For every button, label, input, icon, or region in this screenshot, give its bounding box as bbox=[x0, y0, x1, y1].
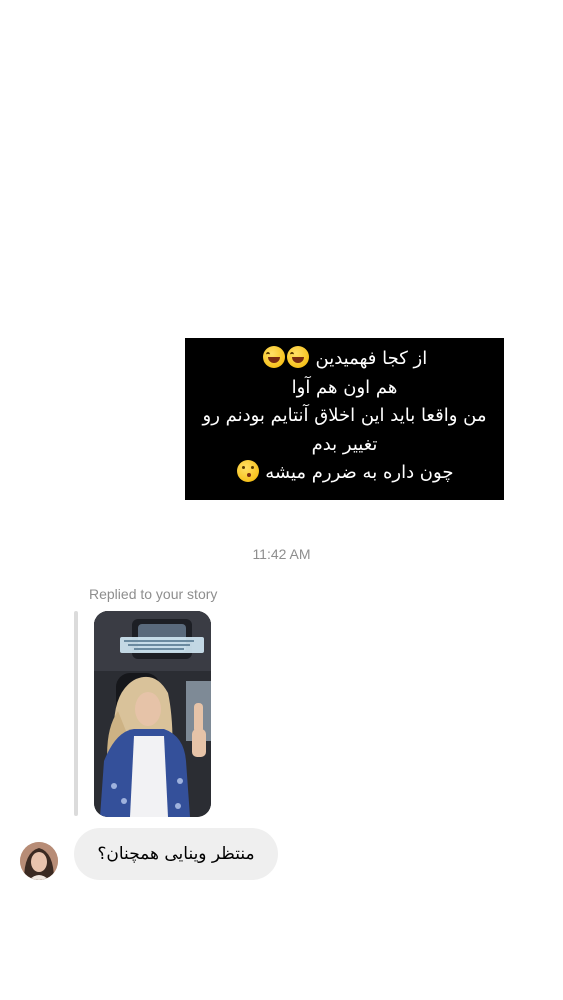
message-line-3: من واقعا باید این اخلاق آنتایم بودنم رو bbox=[202, 405, 487, 426]
story-thumbnail-image bbox=[94, 611, 211, 817]
sender-avatar[interactable] bbox=[20, 842, 58, 880]
sent-message-text-card[interactable]: از کجا فهمیدین هم اون هم آوا من واقعا با… bbox=[185, 338, 504, 500]
rolling-laughing-emoji-icon bbox=[262, 346, 285, 368]
message-line-1-text: از کجا فهمیدین bbox=[315, 348, 428, 369]
message-line-2: هم اون هم آوا bbox=[291, 376, 398, 398]
message-line-5-text: چون داره به ضررم میشه bbox=[265, 462, 454, 483]
message-line-4: تغییر بدم bbox=[311, 433, 378, 455]
reply-quote-bar bbox=[74, 611, 78, 816]
message-line-5: چون داره به ضررم میشه bbox=[193, 459, 496, 488]
message-timestamp: 11:42 AM bbox=[252, 546, 311, 562]
message-line-1: از کجا فهمیدین bbox=[193, 345, 496, 374]
rolling-laughing-emoji-icon bbox=[286, 346, 309, 368]
story-thumbnail[interactable] bbox=[94, 611, 211, 817]
incoming-message-bubble[interactable]: منتظر وینایی همچنان؟ bbox=[74, 828, 278, 880]
avatar-image bbox=[20, 842, 58, 880]
face-hand-over-mouth-emoji-icon bbox=[236, 460, 259, 482]
replied-to-story-label: Replied to your story bbox=[89, 586, 218, 602]
